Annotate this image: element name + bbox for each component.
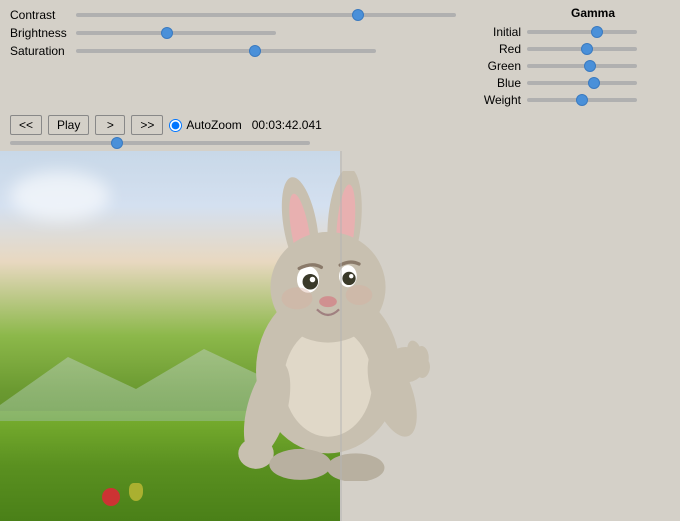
contrast-slider[interactable] — [76, 13, 456, 17]
saturation-slider[interactable] — [76, 49, 376, 53]
gamma-weight-row: Weight — [476, 93, 670, 107]
contrast-label: Contrast — [10, 8, 70, 22]
gamma-green-row: Green — [476, 59, 670, 73]
brightness-slider[interactable] — [76, 31, 276, 35]
left-controls: Contrast Brightness Saturation — [10, 6, 456, 107]
gamma-blue-slider[interactable] — [527, 81, 637, 85]
center-divider — [340, 151, 342, 521]
autozoom-group: AutoZoom — [169, 118, 241, 132]
video-area — [0, 151, 680, 521]
seek-slider[interactable] — [10, 141, 310, 145]
gamma-green-slider[interactable] — [527, 64, 637, 68]
gamma-initial-slider[interactable] — [527, 30, 637, 34]
forward-button[interactable]: > — [95, 115, 125, 135]
gamma-red-row: Red — [476, 42, 670, 56]
gamma-green-label: Green — [476, 59, 521, 73]
gamma-title: Gamma — [476, 6, 670, 20]
play-button[interactable]: Play — [48, 115, 89, 135]
top-row: Contrast Brightness Saturation Gamma Ini… — [10, 6, 670, 107]
bunny-character — [208, 171, 448, 481]
playback-row: << Play > >> AutoZoom 00:03:42.041 — [10, 111, 670, 137]
controls-panel: Contrast Brightness Saturation Gamma Ini… — [0, 0, 680, 151]
gamma-weight-slider[interactable] — [527, 98, 637, 102]
saturation-row: Saturation — [10, 44, 456, 58]
forward-fast-button[interactable]: >> — [131, 115, 163, 135]
gamma-blue-label: Blue — [476, 76, 521, 90]
gamma-blue-row: Blue — [476, 76, 670, 90]
time-display: 00:03:42.041 — [252, 118, 322, 132]
saturation-label: Saturation — [10, 44, 70, 58]
rewind-fast-button[interactable]: << — [10, 115, 42, 135]
gamma-weight-label: Weight — [476, 93, 521, 107]
right-controls: Gamma Initial Red Green Blue Weight — [476, 6, 670, 107]
contrast-row: Contrast — [10, 8, 456, 22]
brightness-label: Brightness — [10, 26, 70, 40]
brightness-row: Brightness — [10, 26, 456, 40]
gamma-red-label: Red — [476, 42, 521, 56]
gamma-red-slider[interactable] — [527, 47, 637, 51]
autozoom-label[interactable]: AutoZoom — [186, 118, 241, 132]
autozoom-radio[interactable] — [169, 119, 182, 132]
gamma-initial-row: Initial — [476, 25, 670, 39]
gamma-initial-label: Initial — [476, 25, 521, 39]
seek-row — [10, 141, 670, 147]
